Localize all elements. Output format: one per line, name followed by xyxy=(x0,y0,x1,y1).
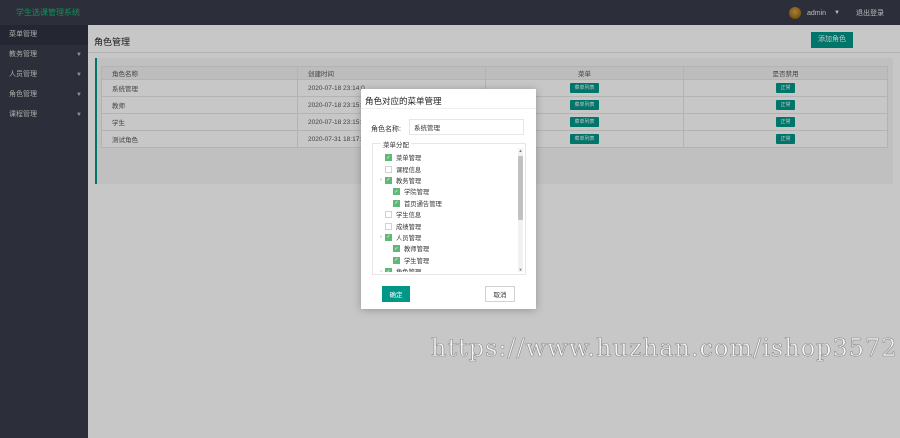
tree-node: 课程信息 xyxy=(377,163,515,174)
tree-node: 学生信息 xyxy=(377,209,515,220)
confirm-button[interactable]: 确定 xyxy=(382,286,410,302)
tree-checkbox[interactable] xyxy=(385,211,392,219)
tree-toggle-icon[interactable]: › xyxy=(377,177,385,183)
tree-checkbox[interactable] xyxy=(385,165,392,173)
tree-node-label[interactable]: 成绩管理 xyxy=(396,222,421,231)
tree-toggle-icon[interactable]: › xyxy=(377,269,385,272)
tree-checkbox[interactable]: ✓ xyxy=(385,176,392,184)
tree-checkbox[interactable]: ✓ xyxy=(393,199,400,207)
role-name-label: 角色名称: xyxy=(371,126,401,133)
tree-node-label[interactable]: 角色管理 xyxy=(396,267,421,272)
tree-node: ✓ 教师管理 xyxy=(377,243,515,254)
tree-node-label[interactable]: 首页通告管理 xyxy=(404,199,442,208)
menu-assign-fieldset: 菜单分配 ✓ 菜单管理 课程信息 › ✓ 教务管理 ✓ 学院管理 ✓ 首页通告管理 学生信息 成绩管理… xyxy=(372,139,526,275)
tree-checkbox[interactable]: ✓ xyxy=(385,268,392,272)
scroll-down-icon[interactable]: ▼ xyxy=(518,267,523,272)
tree-checkbox[interactable] xyxy=(385,222,392,230)
tree-toggle-icon[interactable]: › xyxy=(377,234,385,240)
tree-checkbox[interactable]: ✓ xyxy=(385,233,392,241)
tree-node-label[interactable]: 菜单管理 xyxy=(396,153,421,162)
tree-node-label[interactable]: 学生管理 xyxy=(404,256,429,265)
scroll-thumb[interactable] xyxy=(518,156,523,220)
tree-node: ✓ 首页通告管理 xyxy=(377,198,515,209)
tree-scrollbar[interactable]: ▲ ▼ xyxy=(518,148,523,272)
tree-node-label[interactable]: 课程信息 xyxy=(396,165,421,174)
tree-checkbox[interactable]: ✓ xyxy=(393,256,400,264)
watermark: https://www.huzhan.com/ishop3572 xyxy=(431,334,898,363)
tree-node-label[interactable]: 人员管理 xyxy=(396,233,421,242)
divider xyxy=(361,108,536,109)
tree-checkbox[interactable]: ✓ xyxy=(385,154,392,162)
tree-node: › ✓ 教务管理 xyxy=(377,175,515,186)
tree-node-label[interactable]: 学院管理 xyxy=(404,187,429,196)
tree-node: › ✓ 人员管理 xyxy=(377,232,515,243)
fieldset-legend: 菜单分配 xyxy=(381,139,411,149)
dialog-title: 角色对应的菜单管理 xyxy=(365,96,442,106)
role-menu-dialog: 角色对应的菜单管理 角色名称: 菜单分配 ✓菜单管理课程信息›✓教务管理✓学院管… xyxy=(361,89,536,309)
tree-node-label[interactable]: 学生信息 xyxy=(396,210,421,219)
tree-node: ✓ 学生管理 xyxy=(377,255,515,266)
cancel-button[interactable]: 取消 xyxy=(485,286,515,302)
tree-node: 成绩管理 xyxy=(377,220,515,231)
tree-checkbox[interactable]: ✓ xyxy=(393,245,400,253)
tree-node-label[interactable]: 教务管理 xyxy=(396,176,421,185)
role-name-input[interactable] xyxy=(409,119,524,135)
tree-node: ›✓ 角色管理 xyxy=(377,266,515,272)
tree-checkbox[interactable]: ✓ xyxy=(393,188,400,196)
tree-node: ✓ 菜单管理 xyxy=(377,152,515,163)
scroll-up-icon[interactable]: ▲ xyxy=(518,148,523,153)
menu-tree: ✓ 菜单管理 课程信息 › ✓ 教务管理 ✓ 学院管理 ✓ 首页通告管理 学生信息 成绩管理 › ✓ 人员管… xyxy=(377,152,515,272)
tree-node: ✓ 学院管理 xyxy=(377,186,515,197)
tree-node-label[interactable]: 教师管理 xyxy=(404,244,429,253)
